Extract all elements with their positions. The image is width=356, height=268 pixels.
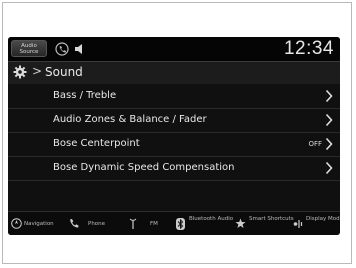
- nav-label: Smart Shortcuts: [249, 216, 294, 222]
- audio-source-label: Audio Source: [19, 43, 39, 55]
- menu-item-bose-dsc[interactable]: Bose Dynamic Speed Compensation: [8, 157, 340, 181]
- menu-item-label: Bass / Treble: [53, 90, 117, 101]
- menu-item-bose-centerpoint[interactable]: Bose Centerpoint OFF: [8, 133, 340, 157]
- menu-item-label: Bose Centerpoint: [53, 138, 140, 149]
- bottom-bar: Navigation Phone FM Bluetooth Audio Smar…: [8, 211, 340, 235]
- nav-label: Phone: [88, 221, 106, 227]
- chevron-right-icon: [325, 137, 333, 151]
- nav-bluetooth-audio-button[interactable]: Bluetooth Audio: [173, 212, 234, 235]
- bluetooth-icon: [176, 218, 185, 230]
- nav-navigation-button[interactable]: Navigation: [11, 212, 63, 235]
- audio-screen: Audio Source 12:34 > Sound Bass / Treble…: [8, 37, 340, 235]
- menu-item-label: Bose Dynamic Speed Compensation: [53, 162, 235, 173]
- nav-display-mode-button[interactable]: Display Mode: [292, 212, 340, 235]
- nav-label: Navigation: [24, 221, 54, 227]
- menu-item-label: Audio Zones & Balance / Fader: [53, 114, 207, 125]
- chevron-right-icon: [325, 113, 333, 127]
- chevron-right-icon: [325, 89, 333, 103]
- breadcrumb: > Sound: [8, 62, 340, 84]
- handset-icon: [70, 219, 79, 228]
- clock: 12:34: [283, 38, 334, 59]
- setting-value: OFF: [308, 140, 322, 148]
- nav-label: FM: [150, 221, 158, 227]
- antenna-icon: [129, 218, 137, 229]
- speaker-icon: [75, 44, 82, 54]
- gear-icon[interactable]: [13, 65, 27, 79]
- chevron-right-icon: [325, 161, 333, 175]
- nav-label: Bluetooth Audio: [189, 216, 234, 222]
- menu-item-audio-zones[interactable]: Audio Zones & Balance / Fader: [8, 109, 340, 133]
- page-title: Sound: [45, 65, 83, 79]
- nav-fm-button[interactable]: FM: [120, 212, 170, 235]
- audio-source-button[interactable]: Audio Source: [11, 40, 47, 57]
- status-bar: Audio Source 12:34: [8, 37, 340, 61]
- phone-status-icon: [55, 42, 69, 56]
- compass-icon: [11, 218, 22, 229]
- figure-frame: Audio Source 12:34 > Sound Bass / Treble…: [2, 2, 352, 264]
- menu-item-bass-treble[interactable]: Bass / Treble: [8, 85, 340, 109]
- nav-smart-shortcuts-button[interactable]: Smart Shortcuts: [233, 212, 294, 235]
- display-icon: [293, 220, 303, 228]
- nav-label: Display Mode: [306, 216, 340, 222]
- breadcrumb-separator-icon: >: [32, 64, 43, 78]
- nav-phone-button[interactable]: Phone: [66, 212, 116, 235]
- star-icon: [235, 218, 246, 228]
